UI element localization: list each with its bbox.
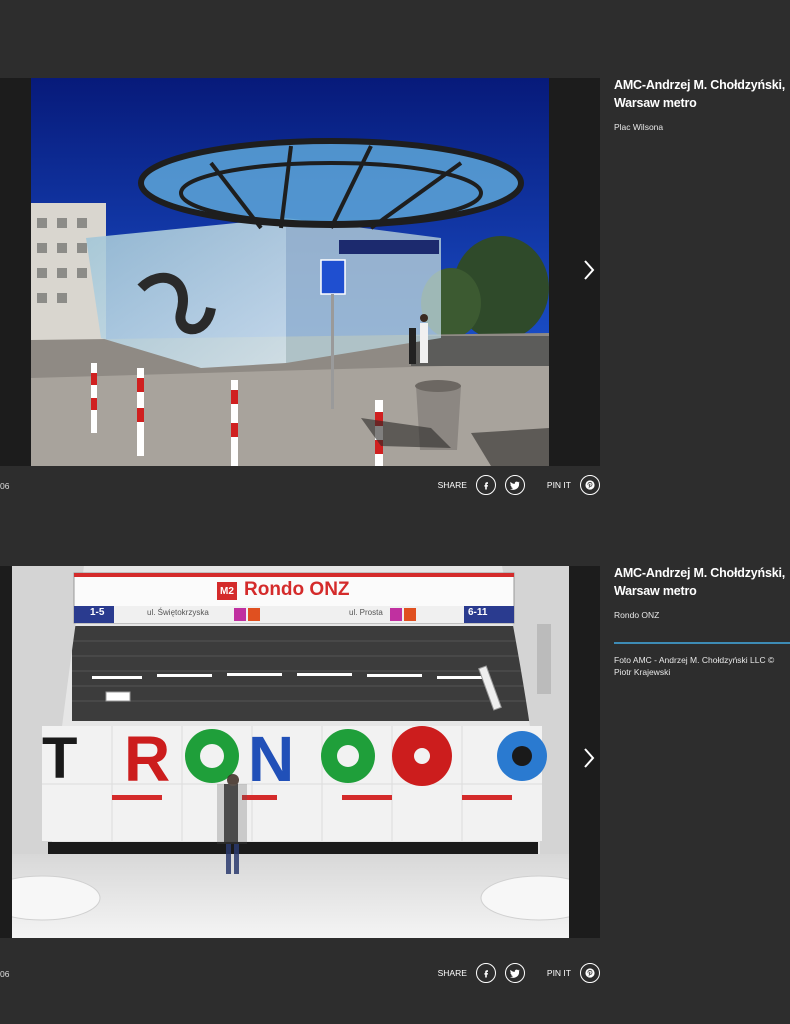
svg-text:T: T: [42, 726, 77, 791]
svg-text:R: R: [124, 723, 170, 795]
photo-plac-wilsona[interactable]: [31, 78, 549, 466]
next-slide-button-2[interactable]: [576, 740, 602, 776]
facebook-share-button[interactable]: [475, 963, 496, 983]
station-sign-name: Rondo ONZ: [244, 579, 350, 600]
pin-label: PIN IT: [546, 480, 571, 490]
sign-right-street: ul. Prosta: [349, 608, 383, 617]
share-bar-2: SHARE PIN IT: [438, 963, 600, 983]
twitter-icon: [509, 481, 520, 490]
pin-label: PIN IT: [546, 968, 571, 978]
item-subtitle: Plac Wilsona: [614, 122, 664, 132]
sign-left-exits: 1-5: [90, 607, 105, 618]
photo-credit: Foto AMC - Andrzej M. Chołdzyński LLC © …: [614, 655, 775, 677]
facebook-share-button[interactable]: [475, 475, 496, 495]
photo-rondo-onz[interactable]: T R N: [12, 566, 569, 938]
twitter-share-button[interactable]: [504, 475, 525, 495]
caption-divider: [614, 642, 790, 644]
slide-counter: 06: [0, 481, 10, 491]
twitter-share-button[interactable]: [504, 963, 525, 983]
share-bar-1: SHARE PIN IT: [438, 475, 600, 495]
twitter-icon: [509, 969, 520, 978]
caption-panel-1: AMC-Andrzej M. Chołdzyński, Warsaw metro…: [614, 76, 790, 132]
item-title: AMC-Andrzej M. Chołdzyński, Warsaw metro: [614, 566, 785, 598]
metro-line-badge: M2: [220, 585, 234, 597]
facebook-icon: [484, 969, 488, 977]
pinterest-pin-button[interactable]: [580, 963, 600, 983]
slide-counter: 06: [0, 969, 10, 979]
chevron-right-icon: [584, 748, 595, 768]
pinterest-icon: [585, 968, 595, 978]
facebook-icon: [484, 481, 488, 489]
item-title: AMC-Andrzej M. Chołdzyński, Warsaw metro: [614, 78, 785, 110]
sign-left-street: ul. Świętokrzyska: [147, 608, 209, 617]
item-subtitle: Rondo ONZ: [614, 610, 660, 620]
share-label: SHARE: [437, 968, 467, 978]
share-label: SHARE: [437, 480, 467, 490]
caption-panel-2: AMC-Andrzej M. Chołdzyński, Warsaw metro…: [614, 564, 790, 678]
pinterest-pin-button[interactable]: [580, 475, 600, 495]
sign-right-exits: 6-11: [468, 607, 488, 618]
svg-text:N: N: [248, 723, 294, 795]
next-slide-button-1[interactable]: [576, 252, 602, 288]
pinterest-icon: [585, 480, 595, 490]
chevron-right-icon: [584, 260, 595, 280]
